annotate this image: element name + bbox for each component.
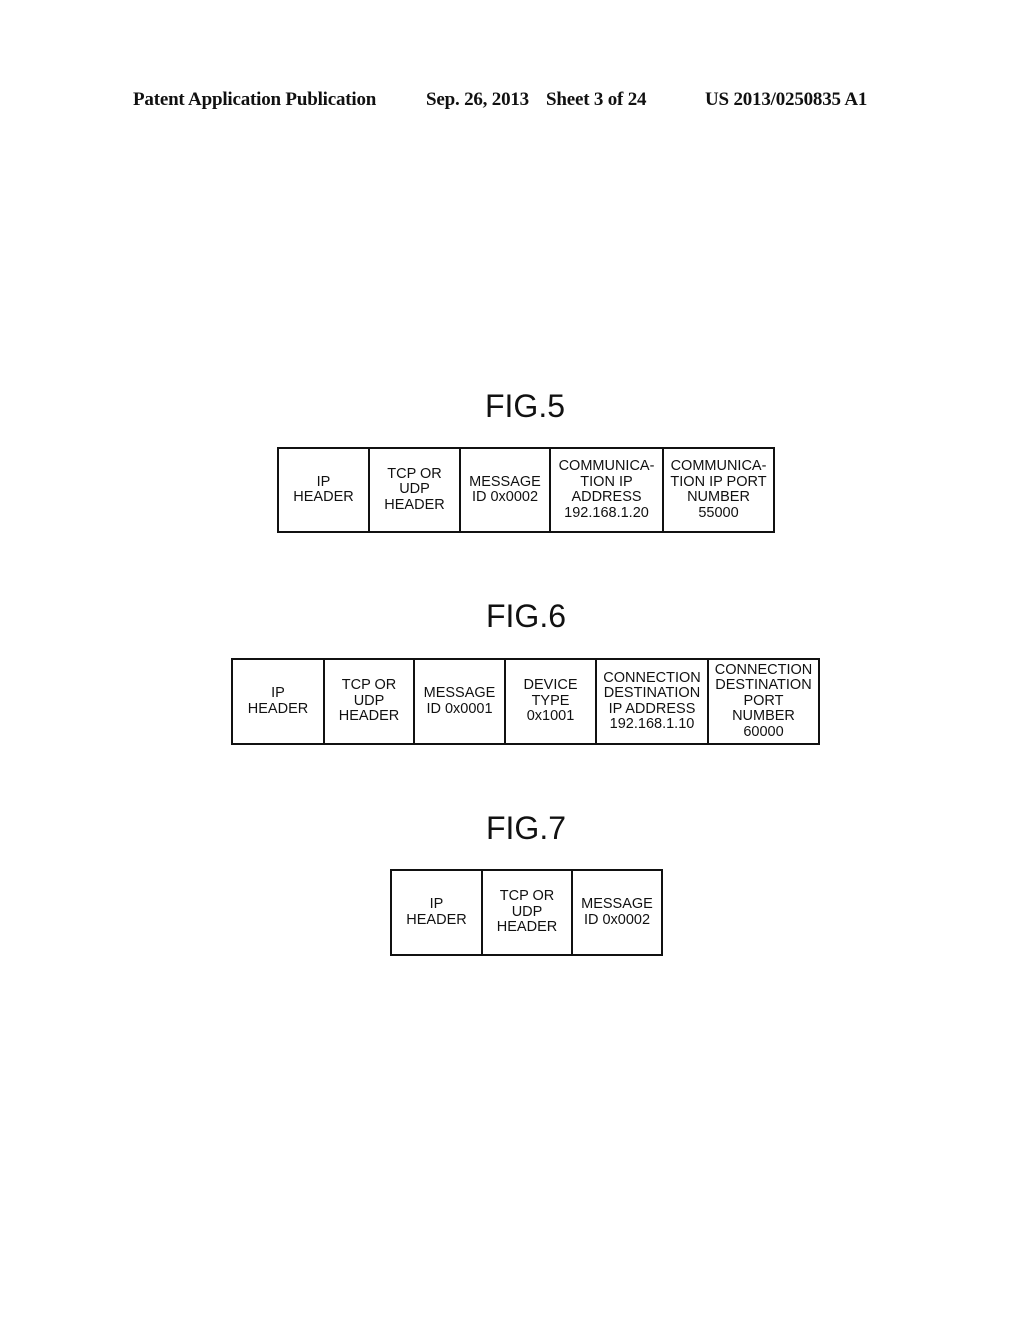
field-message-id: MESSAGE ID 0x0001 — [415, 660, 506, 743]
field-communication-ip-address: COMMUNICA- TION IP ADDRESS 192.168.1.20 — [551, 449, 664, 531]
patent-number: US 2013/0250835 A1 — [705, 89, 868, 110]
field-ip-header: IP HEADER — [392, 871, 483, 954]
figure-7-title: FIG.7 — [485, 810, 566, 846]
field-tcp-udp-header: TCP OR UDP HEADER — [370, 449, 461, 531]
publication-date: Sep. 26, 2013 — [426, 89, 529, 110]
field-device-type: DEVICE TYPE 0x1001 — [506, 660, 597, 743]
publication-label: Patent Application Publication — [133, 89, 377, 110]
figure-7-packet: IP HEADER TCP OR UDP HEADER MESSAGE ID 0… — [390, 869, 663, 956]
figure-6-packet: IP HEADER TCP OR UDP HEADER MESSAGE ID 0… — [231, 658, 820, 745]
figure-6-title: FIG.6 — [485, 598, 566, 634]
field-connection-destination-port: CONNECTION DESTINATION PORT NUMBER 60000 — [714, 661, 813, 740]
field-message-id: MESSAGE ID 0x0002 — [581, 896, 653, 928]
field-ip-header: IP HEADER — [279, 449, 370, 531]
field-communication-port-number: COMMUNICA- TION IP PORT NUMBER 55000 — [670, 458, 767, 521]
sheet-number: Sheet 3 of 24 — [546, 89, 647, 110]
field-tcp-udp-header: TCP OR UDP HEADER — [325, 660, 415, 743]
figure-5-title: FIG.5 — [484, 388, 565, 424]
field-tcp-udp-header: TCP OR UDP HEADER — [483, 871, 573, 954]
figure-5-packet: IP HEADER TCP OR UDP HEADER MESSAGE ID 0… — [277, 447, 775, 533]
field-connection-destination-ip: CONNECTION DESTINATION IP ADDRESS 192.16… — [597, 660, 709, 743]
field-message-id: MESSAGE ID 0x0002 — [461, 449, 551, 531]
field-ip-header: IP HEADER — [233, 660, 325, 743]
